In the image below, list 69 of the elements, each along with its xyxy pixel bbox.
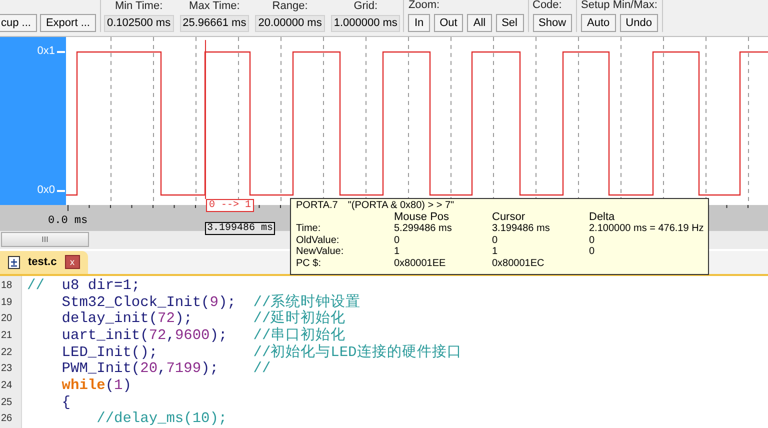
tooltip-column-header: Mouse Pos (394, 212, 450, 223)
line-number: 26 (0, 412, 14, 426)
line-number: 21 (0, 328, 14, 343)
tooltip-value: 0 (394, 234, 401, 246)
tooltip-value: 1 (492, 246, 499, 258)
field-label: Min Time: (114, 1, 163, 12)
toolbar-button[interactable]: cup ... (0, 14, 37, 32)
toolbar-button[interactable]: In (408, 14, 430, 32)
signal-value-label: 0x1 (37, 46, 55, 57)
field-label: Max Time: (189, 1, 240, 12)
tooltip-column-header: Cursor (492, 212, 526, 223)
tooltip-row-label: NewValue: (296, 246, 345, 258)
code-line: while(1) (60, 378, 132, 395)
tooltip-value: 2.100000 ms = 476.19 Hz (589, 223, 704, 234)
tooltip-value: 3.199486 ms (492, 223, 551, 234)
code-line: delay_init(72); //延时初始化 (60, 311, 347, 328)
code-line: // u8 dir=1; (27, 278, 142, 294)
tooltip-value: 0 (589, 246, 596, 258)
code-line: LED_Init(); //初始化与LED连接的硬件接口 (60, 344, 462, 362)
file-icon (8, 256, 20, 269)
tooltip-value: 0x80001EC (492, 258, 546, 269)
field-label: Range: (272, 1, 308, 12)
toolbar-button[interactable]: Out (434, 14, 464, 32)
line-number: 19 (0, 296, 14, 310)
group-label: Zoom: (408, 0, 441, 11)
line-number: 22 (0, 346, 14, 360)
toolbar-button[interactable]: Sel (496, 14, 524, 32)
code-line: //delay_ms(10); (96, 411, 228, 428)
line-number: 20 (0, 312, 14, 326)
signal-value-label: 0x0 (37, 185, 55, 196)
scrollbar-thumb[interactable]: III (1, 232, 89, 248)
tooltip-value: 5.299486 ms (394, 223, 453, 234)
toolbar-button[interactable]: Export ... (40, 14, 96, 32)
line-number: 18 (0, 278, 14, 293)
value-field[interactable]: 1.000000 ms (330, 15, 400, 32)
tooltip-row-label: OldValue: (296, 234, 340, 246)
line-number: 24 (0, 378, 14, 393)
line-number: 23 (0, 362, 14, 376)
cursor-transition-label: 0 --> 1 (206, 199, 254, 212)
tooltip-value: 0 (589, 234, 596, 246)
value-field[interactable]: 0.102500 ms (104, 15, 174, 32)
group-label: Code: (532, 0, 563, 11)
tooltip-expression: "(PORTA & 0x80) > > 7" (348, 200, 454, 212)
cursor-line[interactable] (205, 40, 206, 199)
value-field[interactable]: 20.00000 ms (255, 15, 325, 32)
code-line: uart_init(72,9600); //串口初始化 (60, 328, 347, 344)
tooltip-value: 0x80001EE (394, 258, 447, 269)
file-tab[interactable]: test.c x (0, 250, 88, 274)
tooltip-value: 0 (492, 234, 499, 246)
tab-close-button[interactable]: x (64, 255, 80, 270)
tab-label: test.c (28, 255, 57, 270)
tooltip-signal: PORTA.7 (296, 200, 338, 212)
tooltip-row-label: PC $: (296, 258, 322, 269)
line-number: 25 (0, 396, 14, 410)
tooltip-column-header: Delta (589, 212, 616, 223)
group-label: Setup Min/Max: (581, 0, 658, 11)
value-field[interactable]: 25.96661 ms (180, 15, 250, 32)
toolbar-button[interactable]: Auto (581, 14, 616, 32)
cursor-time-label: 3.199486 ms (205, 222, 276, 235)
toolbar-button[interactable]: Undo (620, 14, 658, 32)
code-line: { (60, 394, 72, 412)
tooltip-value: 1 (394, 246, 401, 258)
field-label: Grid: (354, 1, 378, 12)
code-line: Stm32_Clock_Init(9); //系统时钟设置 (60, 294, 362, 310)
code-line: PWM_Init(20,7199); // (60, 361, 272, 378)
toolbar-button[interactable]: Show (532, 14, 572, 32)
toolbar-button[interactable]: All (467, 14, 492, 32)
tooltip-row-label: Time: (296, 223, 322, 234)
axis-label: 0.0 ms (48, 214, 88, 229)
